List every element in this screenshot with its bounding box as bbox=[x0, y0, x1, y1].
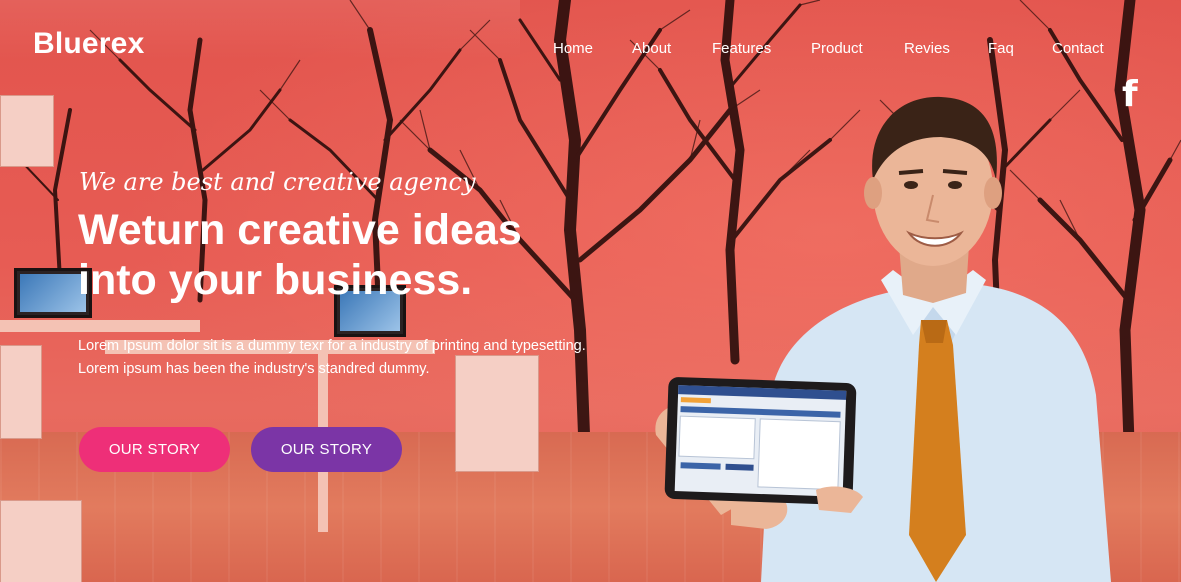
hero-section: Bluerex Home About Features Product Revi… bbox=[0, 0, 1181, 582]
hero-description-line1: Lorem Ipsum dolor sit is a dummy texr fo… bbox=[78, 338, 586, 354]
nav-home[interactable]: Home bbox=[553, 40, 593, 57]
nav-about[interactable]: About bbox=[632, 40, 671, 57]
brand-logo[interactable]: Bluerex bbox=[33, 27, 144, 61]
main-nav: Home About Features Product Revies Faq C… bbox=[553, 40, 1111, 60]
our-story-button-primary[interactable]: OUR STORY bbox=[79, 427, 230, 472]
nav-contact[interactable]: Contact bbox=[1052, 40, 1104, 57]
nav-faq[interactable]: Faq bbox=[988, 40, 1014, 57]
hero-headline: Weturn creative ideas into your business… bbox=[78, 205, 598, 305]
hero-tagline: We are best and creative agency bbox=[79, 168, 476, 196]
office-desk bbox=[0, 320, 200, 332]
hero-headline-line1: Weturn creative ideas bbox=[78, 206, 522, 254]
facebook-icon[interactable]: f bbox=[1122, 77, 1138, 113]
hero-headline-line2: into your business. bbox=[78, 256, 473, 304]
office-cabinet bbox=[0, 345, 42, 439]
nav-reviews[interactable]: Revies bbox=[904, 40, 950, 57]
left-wall-panel bbox=[0, 95, 54, 167]
office-cabinet bbox=[0, 500, 82, 582]
nav-features[interactable]: Features bbox=[712, 40, 771, 57]
businessman-with-tablet-image bbox=[655, 96, 1111, 582]
nav-product[interactable]: Product bbox=[811, 40, 863, 57]
hero-description-line2: Lorem ipsum has been the industry's stan… bbox=[78, 361, 430, 377]
our-story-button-secondary[interactable]: OUR STORY bbox=[251, 427, 402, 472]
